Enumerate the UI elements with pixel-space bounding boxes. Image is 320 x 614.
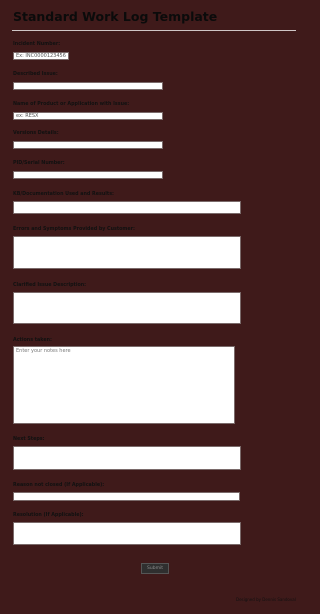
version-details-input[interactable] xyxy=(13,141,163,149)
errors-symptoms-textarea[interactable] xyxy=(13,236,241,269)
incident-number-input[interactable] xyxy=(13,52,69,60)
actions-taken-label: Actions taken: xyxy=(13,338,52,343)
described-issue-input[interactable] xyxy=(13,82,163,90)
next-steps-label: Next Steps: xyxy=(13,437,45,442)
incident-number-label: Incident Number: xyxy=(13,42,61,47)
actions-taken-textarea[interactable] xyxy=(13,346,235,424)
reason-not-closed-input[interactable] xyxy=(13,492,240,501)
pid-serial-input[interactable] xyxy=(13,171,163,179)
product-name-label: Name of Product or Application with Issu… xyxy=(13,102,130,107)
resolution-label: Resolution (If Applicable): xyxy=(13,513,84,518)
next-steps-textarea[interactable] xyxy=(13,446,241,470)
kb-used-label: KB/Documentation Used and Results: xyxy=(13,192,114,197)
resolution-textarea[interactable] xyxy=(13,522,241,545)
product-name-input[interactable] xyxy=(13,112,163,120)
reason-not-closed-label: Reason not closed (If Applicable): xyxy=(13,483,105,488)
submit-button[interactable]: Submit xyxy=(141,563,169,574)
version-details-label: Versions Details: xyxy=(13,131,59,136)
pid-serial-label: PID/Serial Number: xyxy=(13,161,65,166)
header-divider xyxy=(12,30,296,31)
described-issue-label: Described Issue: xyxy=(13,72,58,77)
errors-symptoms-label: Errors and Symptoms Provided by Customer… xyxy=(13,227,135,232)
kb-used-textarea[interactable] xyxy=(13,201,241,214)
clarified-issue-label: Clarified Issue Description: xyxy=(13,283,87,288)
footer-credit: Designed by Dennis Sandoval xyxy=(236,597,296,602)
page-title: Standard Work Log Template xyxy=(13,9,218,24)
clarified-issue-textarea[interactable] xyxy=(13,292,241,324)
